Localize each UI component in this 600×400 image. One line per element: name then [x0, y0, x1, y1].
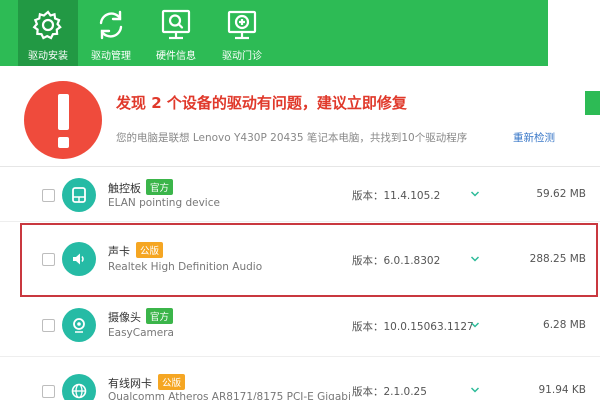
- device-name: 触控板: [108, 182, 141, 195]
- tab-label: 驱动安装: [28, 51, 68, 62]
- tab-label: 驱动管理: [91, 51, 131, 62]
- driver-version: 版本：2.1.0.25: [352, 386, 427, 398]
- driver-version: 版本：11.4.105.2: [352, 190, 441, 202]
- alert-title: 发现 2 个设备的驱动有问题，建议立即修复: [116, 94, 407, 112]
- source-badge: 公版: [158, 374, 186, 390]
- row-divider: [0, 221, 600, 222]
- device-name: 有线网卡: [108, 377, 152, 390]
- speaker-icon: [62, 242, 96, 276]
- medical-cross-icon: [227, 10, 257, 40]
- row-checkbox[interactable]: [42, 319, 55, 332]
- chevron-down-icon[interactable]: [470, 254, 480, 264]
- tab-driver-install[interactable]: 驱动安装: [18, 0, 78, 66]
- device-model: EasyCamera: [108, 327, 174, 339]
- tab-driver-manage[interactable]: 驱动管理: [81, 0, 141, 66]
- chevron-down-icon[interactable]: [470, 385, 480, 395]
- tab-label: 驱动门诊: [222, 51, 262, 62]
- alert-subtitle: 您的电脑是联想 Lenovo Y430P 20435 笔记本电脑，共找到10个驱…: [116, 132, 468, 144]
- driver-size: 288.25 MB: [529, 253, 586, 265]
- driver-size: 6.28 MB: [543, 319, 586, 331]
- device-model: Realtek High Definition Audio: [108, 261, 263, 273]
- gear-icon: [32, 10, 62, 40]
- source-badge: 官方: [146, 179, 174, 195]
- device-model: ELAN pointing device: [108, 197, 220, 209]
- source-badge: 官方: [146, 308, 174, 324]
- driver-size: 59.62 MB: [536, 188, 586, 200]
- top-toolbar: 驱动安装 驱动管理 硬件信息 驱动门诊: [0, 0, 600, 66]
- tab-driver-clinic[interactable]: 驱动门诊: [212, 0, 272, 66]
- touchpad-icon: [62, 178, 96, 212]
- chevron-down-icon[interactable]: [470, 320, 480, 330]
- source-badge: 公版: [136, 242, 164, 258]
- globe-icon: [62, 374, 96, 400]
- exclamation-dot: [58, 137, 69, 148]
- driver-version: 版本：6.0.1.8302: [352, 255, 441, 267]
- device-name: 摄像头: [108, 311, 141, 324]
- chevron-down-icon[interactable]: [470, 189, 480, 199]
- camera-icon: [62, 308, 96, 342]
- exclamation-bar: [58, 94, 69, 130]
- driver-version: 版本：10.0.15063.1127: [352, 321, 474, 333]
- row-checkbox[interactable]: [42, 189, 55, 202]
- monitor-search-icon: [161, 9, 191, 40]
- tab-hardware-info[interactable]: 硬件信息: [146, 0, 206, 66]
- rescan-link[interactable]: 重新检测: [513, 130, 555, 145]
- device-name: 声卡: [108, 245, 130, 258]
- repair-button-edge[interactable]: [585, 91, 600, 115]
- tab-label: 硬件信息: [156, 51, 196, 62]
- device-model: Qualcomm Atheros AR8171/8175 PCI-E Gigab…: [108, 391, 351, 400]
- driver-row-highlighted: [20, 223, 598, 297]
- refresh-icon: [99, 10, 123, 40]
- driver-size: 91.94 KB: [538, 384, 587, 396]
- row-checkbox[interactable]: [42, 253, 55, 266]
- window-corner: [548, 0, 600, 66]
- row-checkbox[interactable]: [42, 385, 55, 398]
